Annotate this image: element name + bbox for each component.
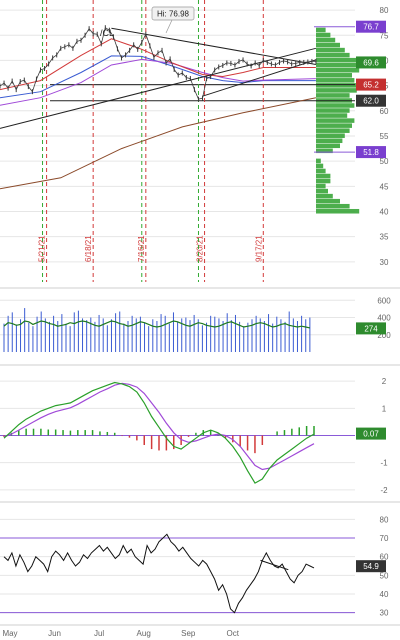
macd-tick-label: 2 bbox=[382, 377, 387, 386]
volume-profile-bar bbox=[316, 47, 345, 53]
volume-profile-bar bbox=[316, 133, 345, 138]
volume-profile-bar bbox=[316, 158, 321, 164]
rsi-tick-label: 80 bbox=[380, 515, 389, 524]
event-date-label: 8/20/21 bbox=[196, 235, 205, 262]
volume-tick-label: 600 bbox=[377, 296, 391, 305]
volume-tag-label: 274 bbox=[364, 324, 378, 333]
rsi-tick-label: 70 bbox=[380, 534, 389, 543]
volume-profile-bar bbox=[316, 198, 340, 204]
price-tick-label: 50 bbox=[380, 157, 389, 166]
volume-profile-bar bbox=[316, 113, 348, 118]
macd-tag-label: 0.07 bbox=[363, 430, 379, 439]
volume-profile-bar bbox=[316, 183, 326, 189]
volume-profile-bar bbox=[316, 178, 331, 184]
rsi-tick-label: 50 bbox=[380, 571, 389, 580]
volume-profile-bar bbox=[316, 143, 340, 149]
volume-profile-bar bbox=[316, 42, 340, 48]
price-tag-label: 51.8 bbox=[363, 148, 379, 157]
volume-profile-bar bbox=[316, 108, 350, 113]
volume-profile-bar bbox=[316, 173, 331, 179]
volume-profile-bar bbox=[316, 27, 326, 33]
x-tick-label: Sep bbox=[181, 629, 196, 638]
volume-profile-bar bbox=[316, 188, 328, 194]
volume-profile-bar bbox=[316, 123, 352, 128]
volume-profile-bar bbox=[316, 67, 360, 73]
price-tick-label: 35 bbox=[380, 233, 389, 242]
x-tick-label: Oct bbox=[227, 629, 240, 638]
x-tick-label: Jul bbox=[94, 629, 104, 638]
volume-profile-bar bbox=[316, 103, 355, 108]
price-tick-label: 40 bbox=[380, 208, 389, 217]
price-tag-label: 62.0 bbox=[363, 97, 379, 106]
event-date-label: 9/17/21 bbox=[254, 235, 263, 262]
volume-profile-bar bbox=[316, 168, 326, 174]
volume-profile-bar bbox=[316, 88, 357, 93]
volume-profile-bar bbox=[316, 37, 336, 43]
price-tag-label: 65.2 bbox=[363, 81, 379, 90]
price-tick-label: 30 bbox=[380, 258, 389, 267]
event-date-label: 6/18/21 bbox=[84, 235, 93, 262]
event-date-label: 7/16/21 bbox=[137, 235, 146, 262]
x-tick-label: Aug bbox=[137, 629, 151, 638]
volume-profile-bar bbox=[316, 83, 360, 88]
price-tick-label: 60 bbox=[380, 107, 389, 116]
chart-canvas: 30354045505560657075805/21/216/18/217/16… bbox=[0, 0, 400, 640]
volume-profile-bar bbox=[316, 163, 324, 169]
volume-profile-bar bbox=[316, 193, 333, 199]
price-tick-label: 80 bbox=[380, 6, 389, 15]
x-tick-label: Jun bbox=[48, 629, 61, 638]
price-tag-label: 76.7 bbox=[363, 23, 379, 32]
price-tag-label: 69.6 bbox=[363, 58, 379, 67]
volume-profile-bar bbox=[316, 78, 355, 83]
volume-profile-bar bbox=[316, 93, 350, 98]
rsi-tick-label: 30 bbox=[380, 609, 389, 618]
volume-profile-bar bbox=[316, 32, 331, 38]
rsi-tag-label: 54.9 bbox=[363, 562, 379, 571]
volume-profile-bar bbox=[316, 203, 350, 209]
volume-profile-bar bbox=[316, 73, 352, 78]
volume-profile-bar bbox=[316, 138, 343, 144]
ticker-label: /CL bbox=[100, 28, 114, 38]
volume-profile-bar bbox=[316, 208, 360, 214]
macd-tick-label: 1 bbox=[382, 404, 387, 413]
price-tick-label: 55 bbox=[380, 132, 389, 141]
macd-tick-label: -2 bbox=[380, 486, 388, 495]
volume-profile-bar bbox=[316, 128, 350, 133]
event-date-label: 5/21/21 bbox=[38, 235, 47, 262]
rsi-tick-label: 40 bbox=[380, 590, 389, 599]
volume-profile-bar bbox=[316, 118, 355, 123]
volume-profile-bar bbox=[316, 57, 357, 63]
x-tick-label: May bbox=[2, 629, 17, 638]
volume-profile-bar bbox=[316, 52, 350, 58]
hi-label: Hi: 76.98 bbox=[157, 10, 190, 19]
price-tick-label: 45 bbox=[380, 182, 389, 191]
macd-tick-label: -1 bbox=[380, 459, 388, 468]
volume-tick-label: 400 bbox=[377, 314, 391, 323]
